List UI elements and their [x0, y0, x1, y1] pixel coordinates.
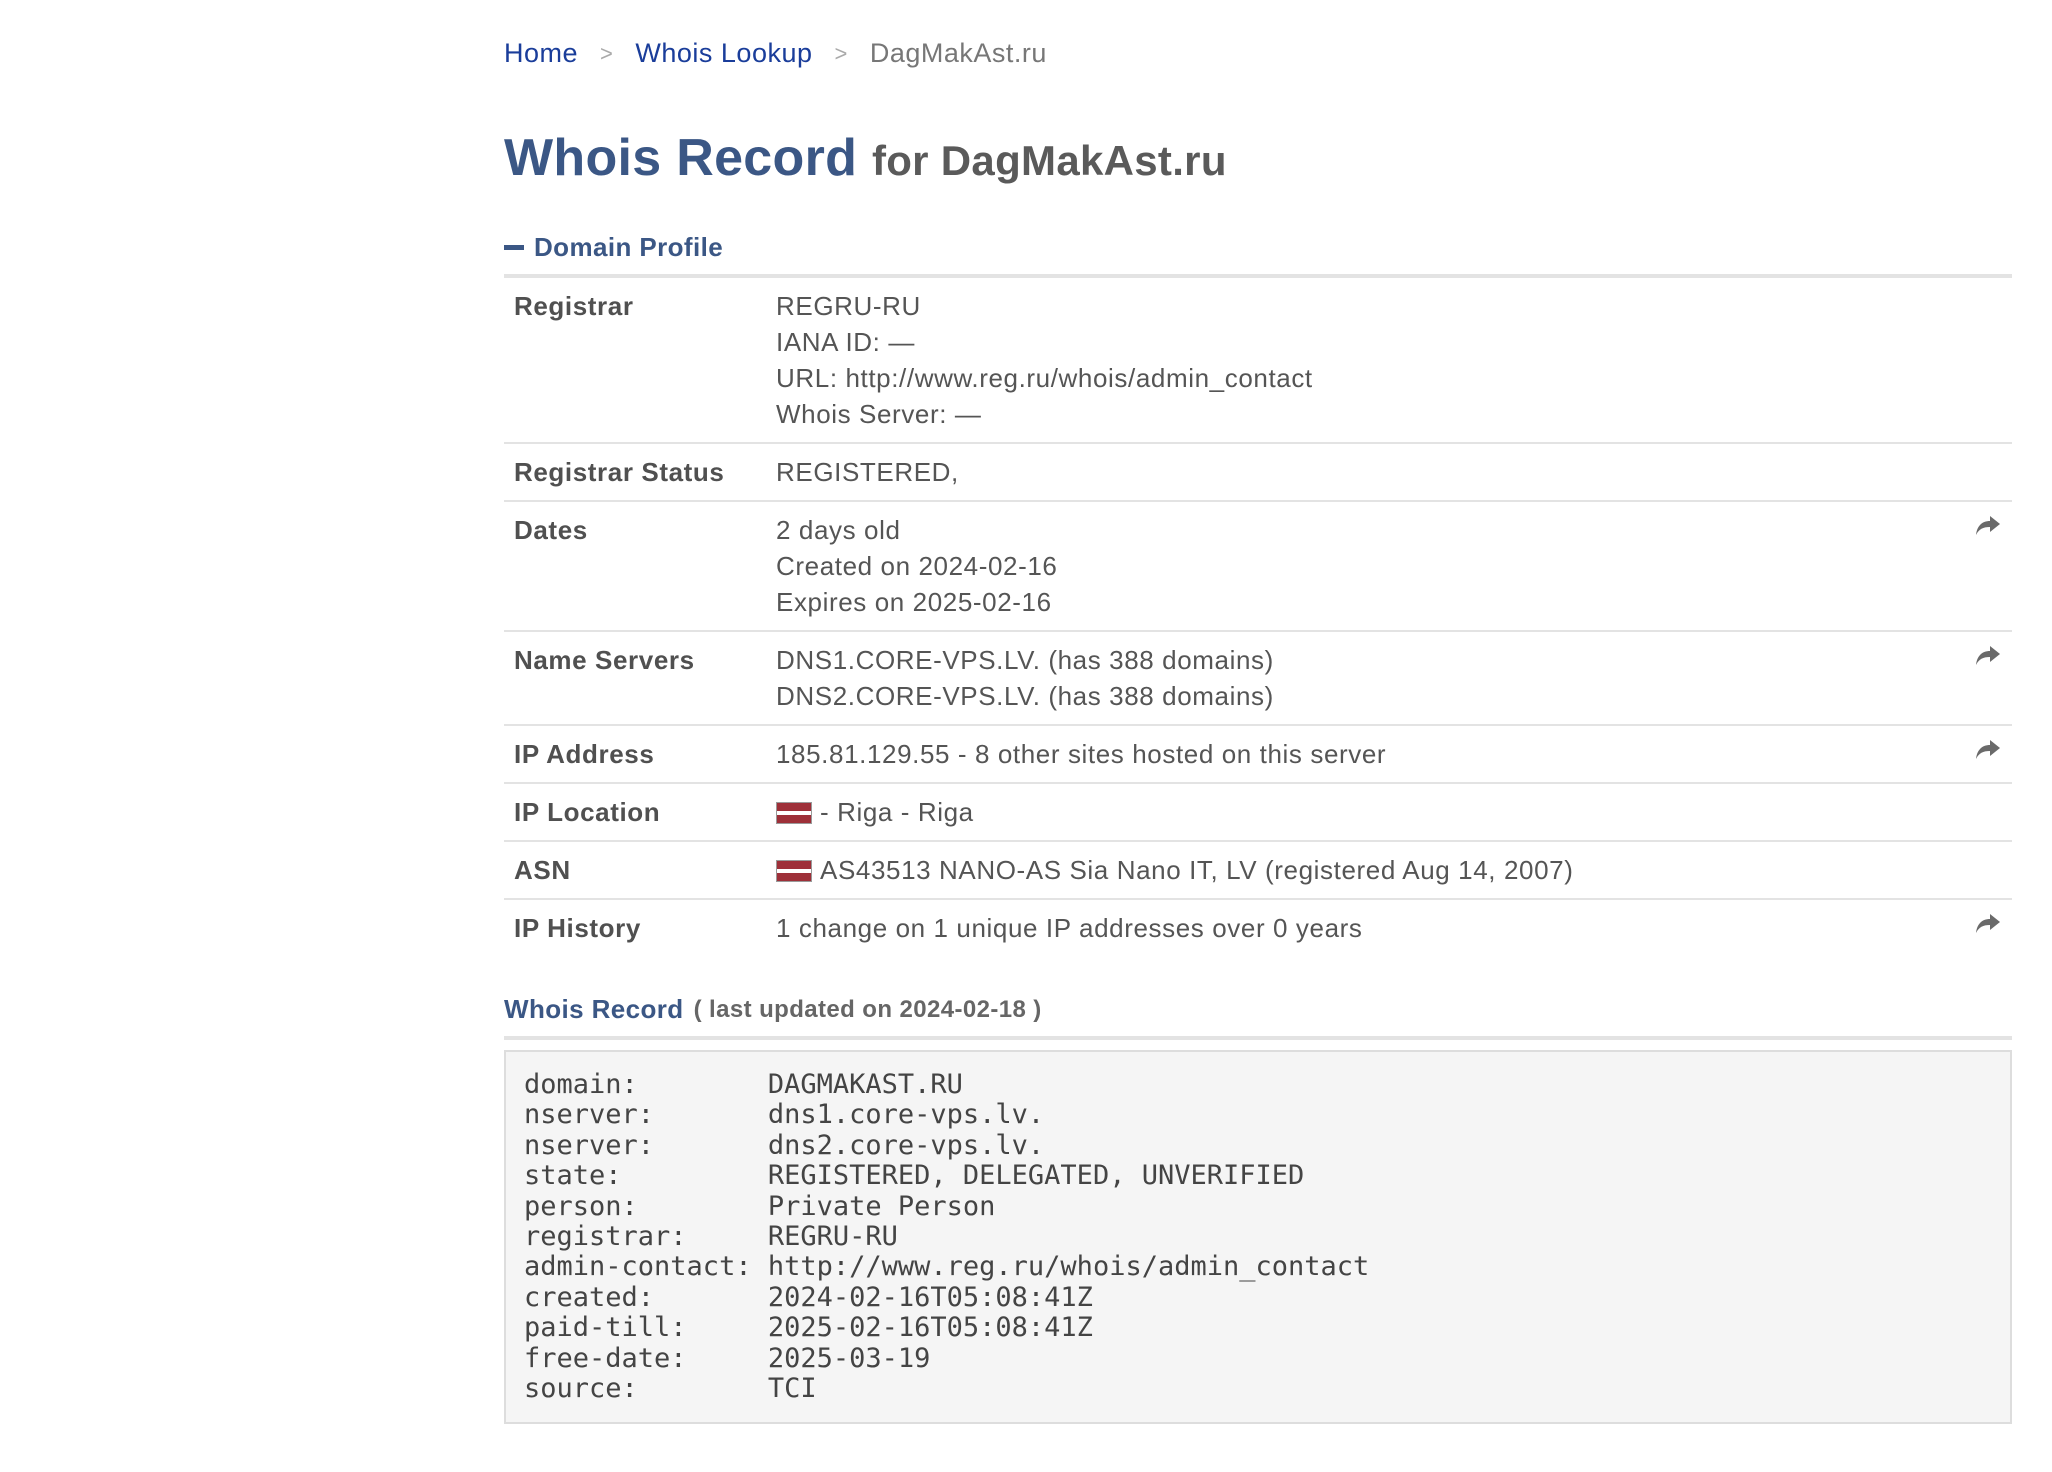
breadcrumb-separator: > [834, 40, 848, 66]
share-arrow-icon[interactable] [1974, 736, 2002, 764]
table-row: ASN AS43513 NANO-AS Sia Nano IT, LV (reg… [504, 841, 2012, 900]
ip-history-action-cell [1952, 899, 2012, 956]
registrar-value: REGRU-RU IANA ID: — URL: http://www.reg.… [776, 278, 1952, 444]
created-date: Created on 2024-02-16 [776, 551, 1058, 581]
domain-profile-table: Registrar REGRU-RU IANA ID: — URL: http:… [504, 278, 2012, 956]
minus-icon [504, 245, 524, 250]
empty-action-cell [1952, 278, 2012, 444]
table-row: IP History 1 change on 1 unique IP addre… [504, 899, 2012, 956]
whois-last-updated: ( last updated on 2024-02-18 ) [693, 995, 1042, 1023]
asn-text: AS43513 NANO-AS Sia Nano IT, LV (registe… [820, 855, 1574, 885]
latvia-flag-icon [776, 802, 812, 824]
name-servers-value: DNS1.CORE-VPS.LV. (has 388 domains) DNS2… [776, 631, 1952, 726]
domain-profile-heading: Domain Profile [534, 232, 724, 262]
breadcrumb-current: DagMakAst.ru [869, 38, 1047, 68]
raw-whois-record: domain: DAGMAKAST.RU nserver: dns1.core-… [504, 1050, 2012, 1425]
ip-address-label: IP Address [504, 725, 776, 784]
latvia-flag-icon [776, 860, 812, 882]
table-row: IP Location - Riga - Riga [504, 783, 2012, 842]
asn-label: ASN [504, 841, 776, 900]
name-server-1: DNS1.CORE-VPS.LV. (has 388 domains) [776, 645, 1274, 675]
table-row: Dates 2 days old Created on 2024-02-16 E… [504, 501, 2012, 632]
table-row: Name Servers DNS1.CORE-VPS.LV. (has 388 … [504, 631, 2012, 726]
domain-profile-toggle[interactable]: Domain Profile [504, 232, 723, 263]
table-row: Registrar REGRU-RU IANA ID: — URL: http:… [504, 278, 2012, 444]
page-title-domain: for DagMakAst.ru [871, 137, 1227, 184]
breadcrumb-home-link[interactable]: Home [504, 38, 578, 69]
ip-address-value: 185.81.129.55 - 8 other sites hosted on … [776, 725, 1952, 784]
empty-action-cell [1952, 841, 2012, 900]
name-servers-action-cell [1952, 631, 2012, 726]
ip-history-label: IP History [514, 913, 641, 943]
registrar-status-label: Registrar Status [504, 443, 776, 502]
registrar-url: URL: http://www.reg.ru/whois/admin_conta… [776, 363, 1313, 393]
empty-action-cell [1952, 783, 2012, 842]
dates-action-cell [1952, 501, 2012, 632]
ip-location-label: IP Location [504, 783, 776, 842]
domain-age: 2 days old [776, 515, 901, 545]
ip-location-value: - Riga - Riga [776, 783, 1952, 842]
empty-action-cell [1952, 443, 2012, 502]
name-servers-label: Name Servers [504, 631, 776, 726]
whois-record-heading: Whois Record [504, 994, 684, 1024]
dates-value: 2 days old Created on 2024-02-16 Expires… [776, 501, 1952, 632]
registrar-whois-server: Whois Server: — [776, 399, 982, 429]
breadcrumb-separator: > [600, 40, 614, 66]
registrar-iana-id: IANA ID: — [776, 327, 915, 357]
share-arrow-icon[interactable] [1974, 512, 2002, 540]
whois-record-header: Whois Record ( last updated on 2024-02-1… [504, 994, 1042, 1025]
ip-address-action-cell [1952, 725, 2012, 784]
name-server-2: DNS2.CORE-VPS.LV. (has 388 domains) [776, 681, 1274, 711]
registrar-label: Registrar [504, 278, 776, 444]
share-arrow-icon[interactable] [1974, 910, 2002, 938]
registrar-status-value: REGISTERED, [776, 443, 1952, 502]
expiry-date: Expires on 2025-02-16 [776, 587, 1052, 617]
ip-location-text: - Riga - Riga [820, 797, 974, 827]
table-row: Registrar Status REGISTERED, [504, 443, 2012, 502]
page-title: Whois Record for DagMakAst.ru [504, 128, 1227, 188]
asn-value: AS43513 NANO-AS Sia Nano IT, LV (registe… [776, 841, 1952, 900]
ip-history-value: 1 change on 1 unique IP addresses over 0… [776, 913, 1363, 943]
section-divider [504, 1036, 2012, 1040]
registrar-name: REGRU-RU [776, 291, 921, 321]
dates-label: Dates [504, 501, 776, 632]
table-row: IP Address 185.81.129.55 - 8 other sites… [504, 725, 2012, 784]
breadcrumb: Home > Whois Lookup > DagMakAst.ru [504, 38, 1047, 69]
share-arrow-icon[interactable] [1974, 642, 2002, 670]
breadcrumb-whois-lookup-link[interactable]: Whois Lookup [635, 38, 812, 69]
page-title-main: Whois Record [504, 129, 858, 187]
